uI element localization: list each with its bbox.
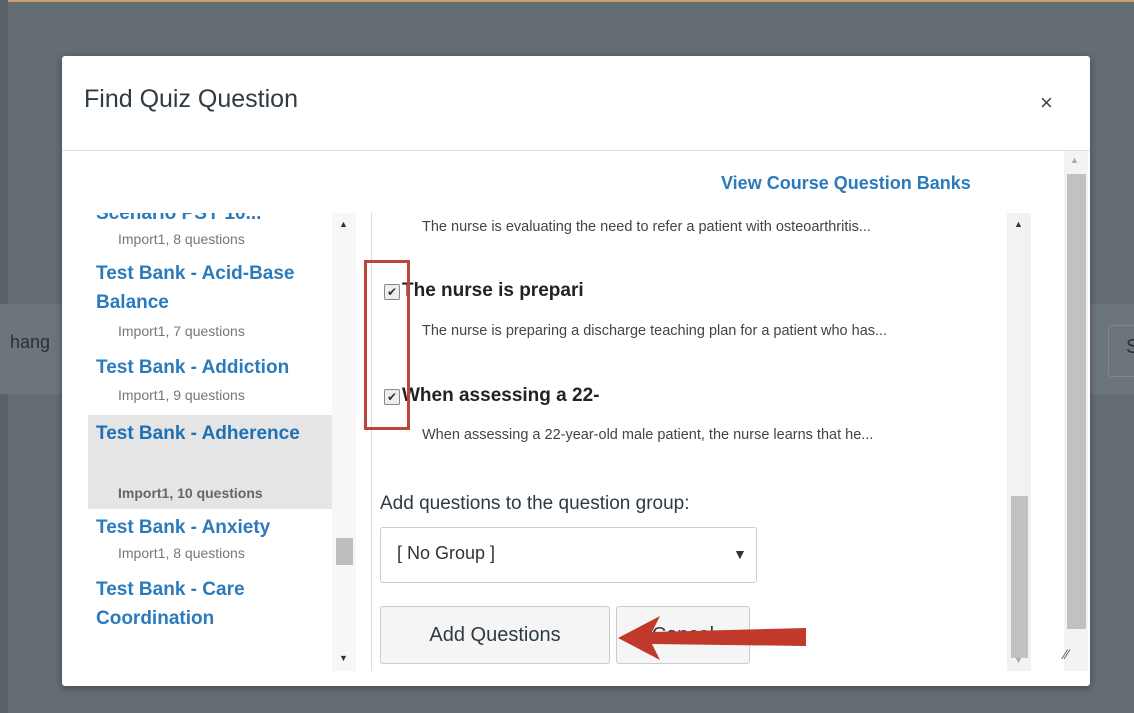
arrow-shape <box>618 616 806 660</box>
scrollbar-thumb[interactable] <box>1067 174 1086 629</box>
question-description: The nurse is evaluating the need to refe… <box>422 219 871 235</box>
question-group-select[interactable]: [ No Group ] ▼ <box>380 527 757 583</box>
dialog-body: View Course Question Banks Scenario PSY … <box>62 151 1090 686</box>
bank-item[interactable]: Scenario PSY 10... Import1, 8 questions <box>88 213 332 253</box>
bank-item[interactable]: Test Bank - Acid-Base Balance Import1, 7… <box>88 259 332 347</box>
question-title: The nurse is prepari <box>402 280 584 301</box>
background-partial-text: hang <box>10 332 51 352</box>
resize-handle-icon[interactable]: ⁄⁄ <box>1064 646 1069 662</box>
view-course-question-banks-link[interactable]: View Course Question Banks <box>721 173 971 194</box>
bank-name: Test Bank - Care Coordination <box>96 579 245 629</box>
bank-name: Scenario PSY 10... <box>96 213 262 224</box>
question-description: When assessing a 22-year-old male patien… <box>422 427 874 443</box>
find-quiz-question-dialog: Find Quiz Question × View Course Questio… <box>62 56 1090 686</box>
bank-list-scrollbar[interactable]: ▲ ▼ <box>332 213 356 671</box>
bank-item[interactable]: Test Bank - Anxiety Import1, 8 questions <box>88 513 332 569</box>
bank-name: Test Bank - Anxiety <box>96 517 271 538</box>
scroll-up-icon[interactable]: ▲ <box>1070 155 1079 165</box>
add-questions-button[interactable]: Add Questions <box>380 606 610 664</box>
question-title: When assessing a 22- <box>402 385 600 406</box>
bank-meta: Import1, 8 questions <box>118 545 245 561</box>
scroll-down-icon[interactable]: ▼ <box>1014 655 1023 665</box>
checkbox-highlight-box <box>364 260 410 430</box>
bank-meta: Import1, 8 questions <box>118 231 245 247</box>
bank-item[interactable]: Test Bank - Addiction Import1, 9 questio… <box>88 353 332 409</box>
bank-name: Test Bank - Addiction <box>96 357 290 378</box>
dialog-title: Find Quiz Question <box>84 85 298 113</box>
scrollbar-thumb[interactable] <box>336 538 353 565</box>
question-group-label: Add questions to the question group: <box>380 493 690 514</box>
bank-item[interactable]: Test Bank - Care Coordination <box>88 575 332 671</box>
bank-item-selected[interactable]: Test Bank - Adherence Import1, 10 questi… <box>88 415 332 509</box>
questions-panel: The nurse is evaluating the need to refe… <box>371 213 1032 671</box>
questions-scrollbar[interactable]: ▲ ▼ <box>1007 213 1031 671</box>
bank-meta: Import1, 10 questions <box>118 485 263 501</box>
dropdown-arrow-icon: ▼ <box>733 546 747 562</box>
scrollbar-thumb[interactable] <box>1011 496 1028 658</box>
bank-name: Test Bank - Adherence <box>96 423 300 444</box>
bank-name: Test Bank - Acid-Base Balance <box>96 263 295 313</box>
question-description: The nurse is preparing a discharge teach… <box>422 323 888 339</box>
dialog-scrollbar[interactable]: ▲ <box>1064 151 1088 671</box>
top-accent-strip <box>0 0 1134 2</box>
scroll-up-icon[interactable]: ▲ <box>1014 219 1023 229</box>
bank-meta: Import1, 7 questions <box>118 323 245 339</box>
bank-meta: Import1, 9 questions <box>118 387 245 403</box>
dialog-header: Find Quiz Question × <box>62 56 1090 151</box>
scroll-down-icon[interactable]: ▼ <box>339 653 348 663</box>
close-button[interactable]: × <box>1040 90 1053 116</box>
question-bank-list[interactable]: Scenario PSY 10... Import1, 8 questions … <box>88 213 332 671</box>
background-partial-button-text: S <box>1126 336 1134 358</box>
selected-group: [ No Group ] <box>397 543 496 563</box>
scroll-up-icon[interactable]: ▲ <box>339 219 348 229</box>
annotation-arrow-icon <box>618 616 806 660</box>
